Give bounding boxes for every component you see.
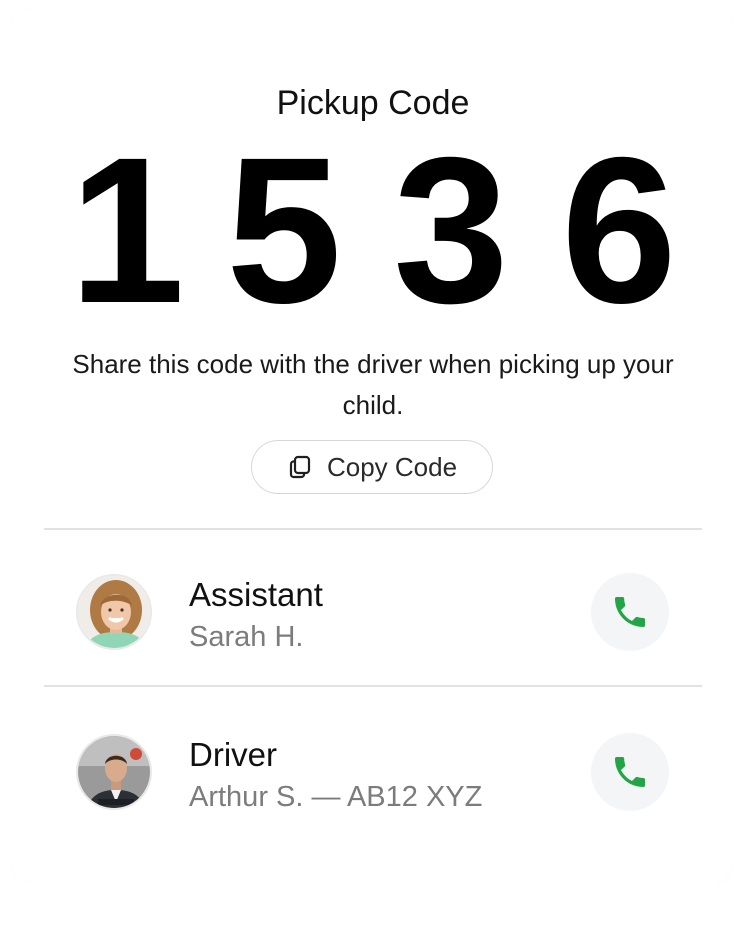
phone-icon (615, 597, 645, 627)
code-digit-1: 1 (69, 115, 185, 347)
contact-row-assistant: Assistant Sarah H. (44, 557, 702, 667)
divider (44, 528, 702, 530)
phone-icon (615, 757, 645, 787)
copy-icon (287, 454, 313, 480)
code-digit-2: 5 (226, 115, 342, 347)
contact-role: Driver (189, 736, 277, 773)
pickup-code: 1 5 3 6 (12, 115, 734, 347)
copy-code-label: Copy Code (326, 451, 458, 482)
divider (44, 685, 702, 687)
contact-role: Assistant (189, 576, 323, 613)
contact-name: Sarah H. (189, 621, 304, 653)
instruction-text: Share this code with the driver when pic… (72, 349, 674, 420)
call-assistant-button[interactable] (591, 573, 669, 651)
pickup-code-card: Pickup Code 1 5 3 6 Share this code with… (12, 8, 734, 882)
code-digit-4: 6 (561, 115, 677, 347)
code-digit-3: 3 (393, 115, 509, 347)
avatar (76, 574, 152, 650)
contact-name: Arthur S. — AB12 XYZ (189, 781, 483, 813)
call-driver-button[interactable] (591, 733, 669, 811)
contact-row-driver: Driver Arthur S. — AB12 XYZ (44, 717, 702, 827)
copy-code-button[interactable]: Copy Code (251, 440, 493, 494)
avatar (76, 734, 152, 810)
